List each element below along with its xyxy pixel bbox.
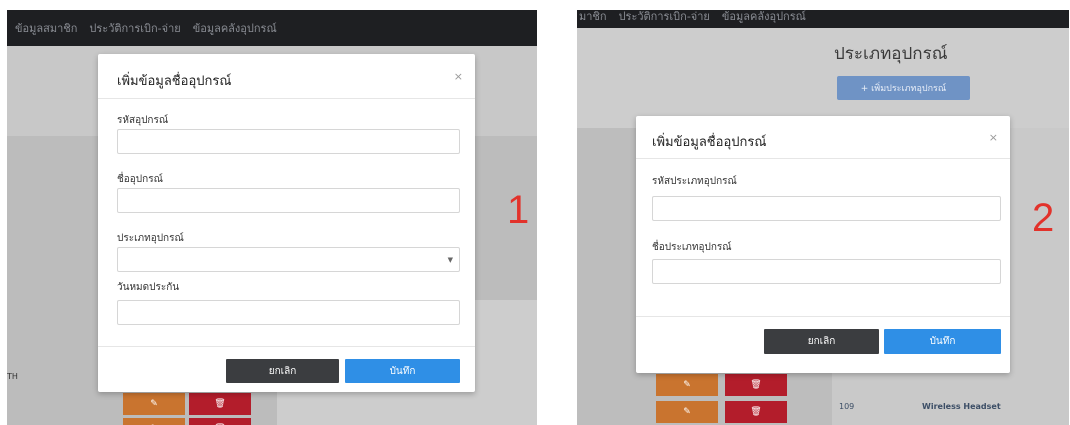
edit-button[interactable]: ✎ [656,374,718,396]
modal-footer-divider [636,316,1010,317]
table-cell-id: 109 [839,402,855,411]
step-number: 1 [507,188,530,232]
add-equipment-modal: เพิ่มข้อมูลชื่ออุปกรณ์ × รหัสอุปกรณ์ ชื่… [98,54,475,392]
equipment-code-label: รหัสอุปกรณ์ [117,115,169,126]
side-text: TH [7,372,18,381]
trash-icon: 🗑 [750,407,762,417]
equipment-type-select[interactable]: ▼ [117,247,460,272]
delete-button[interactable]: 🗑 [189,418,251,425]
cancel-button[interactable]: ยกเลิก [764,329,879,354]
save-button[interactable]: บันทึก [884,329,1001,354]
type-code-input[interactable] [652,196,1001,221]
edit-icon: ✎ [683,380,691,390]
modal-header: เพิ่มข้อมูลชื่ออุปกรณ์ × [636,116,1010,159]
step-number: 2 [1032,196,1055,240]
nav-item-history[interactable]: ประวัติการเบิก-จ่าย [89,19,180,37]
edit-icon: ✎ [683,407,691,417]
equipment-name-input[interactable] [117,188,460,213]
page-title: ประเภทอุปกรณ์ [834,44,948,64]
trash-icon: 🗑 [750,380,762,390]
close-icon[interactable]: × [989,131,998,144]
add-type-button[interactable]: + เพิ่มประเภทอุปกรณ์ [837,76,970,100]
warranty-expiry-label: วันหมดประกัน [117,282,180,293]
bg-header [577,28,1069,128]
type-name-label: ชื่อประเภทอุปกรณ์ [652,242,732,253]
nav-item-members[interactable]: ข้อมูลสมาชิก [15,19,77,37]
edit-button[interactable]: ✎ [656,401,718,423]
type-code-label: รหัสประเภทอุปกรณ์ [652,176,737,187]
table-cell-name: Wireless Headset [922,402,1001,411]
delete-button[interactable]: 🗑 [725,401,787,423]
modal-header: เพิ่มข้อมูลชื่ออุปกรณ์ × [98,54,475,99]
type-name-input[interactable] [652,259,1001,284]
equipment-name-label: ชื่ออุปกรณ์ [117,174,163,185]
nav-item-inventory[interactable]: ข้อมูลคลังอุปกรณ์ [722,10,806,25]
delete-button[interactable]: 🗑 [725,374,787,396]
close-icon[interactable]: × [454,70,463,83]
warranty-expiry-input[interactable] [117,300,460,325]
modal-title: เพิ่มข้อมูลชื่ออุปกรณ์ [652,135,767,150]
trash-icon: 🗑 [214,399,226,409]
modal-title: เพิ่มข้อมูลชื่ออุปกรณ์ [117,74,232,89]
nav-item-members[interactable]: มาชิก [579,10,607,25]
delete-button[interactable]: 🗑 [189,393,251,415]
chevron-down-icon: ▼ [447,256,453,264]
edit-icon: ✎ [150,399,158,409]
top-navbar: ข้อมูลสมาชิก ประวัติการเบิก-จ่าย ข้อมูลค… [7,10,537,46]
edit-button[interactable]: ✎ [123,418,185,425]
equipment-code-input[interactable] [117,129,460,154]
edit-button[interactable]: ✎ [123,393,185,415]
save-button[interactable]: บันทึก [345,359,460,383]
cancel-button[interactable]: ยกเลิก [226,359,339,383]
equipment-type-label: ประเภทอุปกรณ์ [117,233,184,244]
top-navbar: มาชิก ประวัติการเบิก-จ่าย ข้อมูลคลังอุปก… [577,10,1069,28]
screenshot-panel-1: ข้อมูลสมาชิก ประวัติการเบิก-จ่าย ข้อมูลค… [7,10,537,425]
nav-item-history[interactable]: ประวัติการเบิก-จ่าย [619,10,710,25]
add-equipment-type-modal: เพิ่มข้อมูลชื่ออุปกรณ์ × รหัสประเภทอุปกร… [636,116,1010,373]
nav-item-inventory[interactable]: ข้อมูลคลังอุปกรณ์ [193,19,277,37]
modal-footer-divider [98,346,475,347]
screenshot-panel-2: มาชิก ประวัติการเบิก-จ่าย ข้อมูลคลังอุปก… [577,10,1069,425]
